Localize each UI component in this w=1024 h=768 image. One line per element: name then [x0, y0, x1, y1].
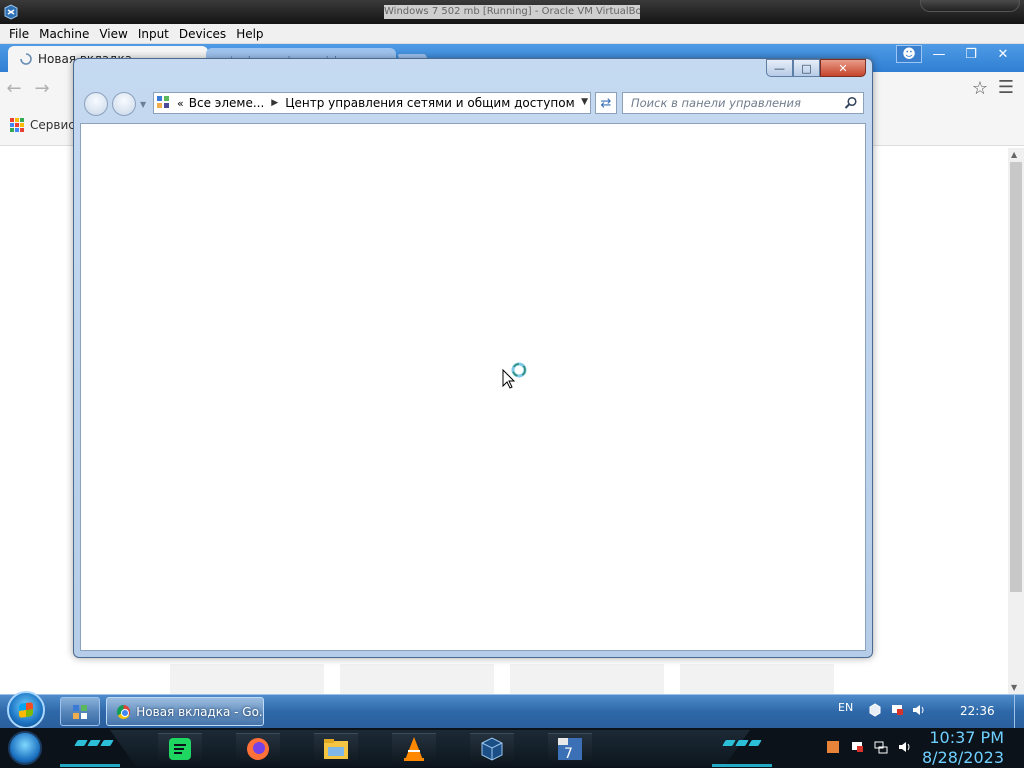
menu-input[interactable]: Input: [133, 27, 174, 41]
explorer-navigation-bar: ▼ « Все элеме... ▶ Центр управления сетя…: [82, 90, 864, 116]
action-center-flag-icon[interactable]: [850, 740, 864, 754]
spotify-icon[interactable]: [158, 733, 202, 763]
vbox-menubar: File Machine View Input Devices Help: [0, 24, 1024, 44]
scroll-down-arrow-icon[interactable]: ▼: [1011, 683, 1017, 692]
volume-icon[interactable]: [898, 740, 912, 754]
menu-view[interactable]: View: [94, 27, 132, 41]
apps-grid-icon[interactable]: [10, 117, 24, 132]
language-indicator[interactable]: EN: [838, 701, 853, 714]
windows7-vm-icon[interactable]: 7: [548, 733, 592, 763]
most-visited-tile[interactable]: [680, 664, 834, 694]
tray-notification-icon[interactable]: [826, 740, 840, 754]
explorer-maximize-button[interactable]: □: [793, 59, 820, 77]
busy-cursor-icon: [502, 362, 527, 389]
address-bar[interactable]: « Все элеме... ▶ Центр управления сетями…: [153, 92, 591, 114]
network-icon[interactable]: [874, 740, 888, 754]
forward-button[interactable]: [112, 92, 136, 116]
most-visited-tiles: [170, 664, 834, 694]
guest-taskbar: Новая вкладка - Go... EN 22:36: [0, 691, 1024, 729]
file-explorer-icon[interactable]: [314, 733, 358, 763]
search-placeholder: Поиск в панели управления: [631, 96, 801, 110]
taskbar-chrome-label: Новая вкладка - Go...: [136, 704, 263, 719]
back-button[interactable]: [84, 92, 108, 116]
explorer-window-controls: — □ ✕: [766, 59, 866, 77]
guest-system-tray: [868, 703, 926, 717]
refresh-icon: ⇄: [600, 95, 612, 111]
search-input[interactable]: Поиск в панели управления: [622, 92, 864, 114]
action-center-flag-icon[interactable]: [890, 703, 904, 717]
dock-decoration: [74, 740, 114, 748]
breadcrumb-network-center[interactable]: Центр управления сетями и общим доступом: [285, 96, 574, 110]
chrome-scrollbar[interactable]: ▲ ▼: [1008, 148, 1024, 694]
network-center-window: — □ ✕ ▼ « Все элеме... ▶ Центр управлени…: [73, 58, 873, 658]
control-panel-icon: [73, 705, 87, 719]
breadcrumb-separator-icon[interactable]: ▶: [271, 98, 278, 108]
loading-spinner-icon: [20, 53, 32, 65]
scrollbar-thumb[interactable]: [1010, 162, 1022, 592]
menu-file[interactable]: File: [4, 27, 34, 41]
search-icon[interactable]: [844, 96, 858, 110]
guest-clock[interactable]: 22:36: [960, 704, 995, 718]
menu-help[interactable]: Help: [231, 27, 268, 41]
firefox-icon[interactable]: [236, 733, 280, 763]
recent-pages-dropdown-icon[interactable]: ▼: [140, 100, 146, 109]
taskbar-control-panel-button[interactable]: [60, 697, 100, 726]
explorer-close-button[interactable]: ✕: [820, 59, 866, 77]
most-visited-tile[interactable]: [510, 664, 664, 694]
refresh-button[interactable]: ⇄: [595, 92, 617, 114]
vbox-window-title: Windows 7 502 mb [Running] - Oracle VM V…: [384, 5, 640, 19]
chrome-menu-icon[interactable]: ☰: [998, 77, 1014, 98]
dock-accent-line: [60, 764, 120, 767]
host-dock: 7: [110, 730, 750, 766]
chrome-restore-button[interactable]: ❐: [956, 44, 986, 64]
chrome-icon: [117, 704, 131, 719]
start-button[interactable]: [7, 691, 45, 729]
host-system-tray: [826, 740, 912, 754]
most-visited-tile[interactable]: [340, 664, 494, 694]
vbox-titlebar: Windows 7 502 mb [Running] - Oracle VM V…: [0, 0, 1024, 24]
taskbar-chrome-button[interactable]: Новая вкладка - Go...: [106, 697, 264, 726]
explorer-content-area: [80, 123, 866, 651]
most-visited-tile[interactable]: [170, 664, 324, 694]
show-desktop-button[interactable]: [1014, 695, 1024, 728]
breadcrumb-all-items[interactable]: Все элеме...: [189, 96, 265, 110]
dock-accent-line: [712, 764, 772, 767]
vbox-titlebar-decoration: [920, 0, 1020, 12]
menu-devices[interactable]: Devices: [174, 27, 231, 41]
host-date-text: 8/28/2023: [921, 748, 1004, 767]
host-taskbar: 7 10:37 PM 8/28/2023: [0, 728, 1024, 768]
host-clock[interactable]: 10:37 PM 8/28/2023: [922, 728, 1004, 768]
forward-arrow-icon[interactable]: →: [28, 78, 56, 99]
volume-icon[interactable]: [912, 703, 926, 717]
virtualbox-logo-icon: [4, 4, 18, 20]
usb-device-icon[interactable]: [868, 703, 882, 717]
bookmark-star-icon[interactable]: ☆: [972, 78, 988, 99]
breadcrumb-overflow[interactable]: «: [177, 97, 184, 110]
chrome-window-controls: ☻ — ❐ ✕: [896, 44, 1018, 64]
chrome-close-button[interactable]: ✕: [988, 44, 1018, 64]
address-dropdown-icon[interactable]: ▼: [581, 97, 588, 107]
back-arrow-icon[interactable]: ←: [0, 78, 28, 99]
chrome-minimize-button[interactable]: —: [924, 44, 954, 64]
host-time-text: 10:37 PM: [929, 728, 1004, 747]
host-start-button[interactable]: [8, 731, 42, 765]
scroll-up-arrow-icon[interactable]: ▲: [1011, 150, 1017, 159]
svg-text:7: 7: [564, 746, 573, 762]
virtualbox-icon[interactable]: [470, 733, 514, 763]
dock-decoration: [722, 740, 762, 748]
user-profile-icon[interactable]: ☻: [896, 45, 922, 63]
vlc-icon[interactable]: [392, 733, 436, 763]
control-panel-icon: [157, 96, 171, 110]
menu-machine[interactable]: Machine: [34, 27, 94, 41]
explorer-minimize-button[interactable]: —: [766, 59, 793, 77]
